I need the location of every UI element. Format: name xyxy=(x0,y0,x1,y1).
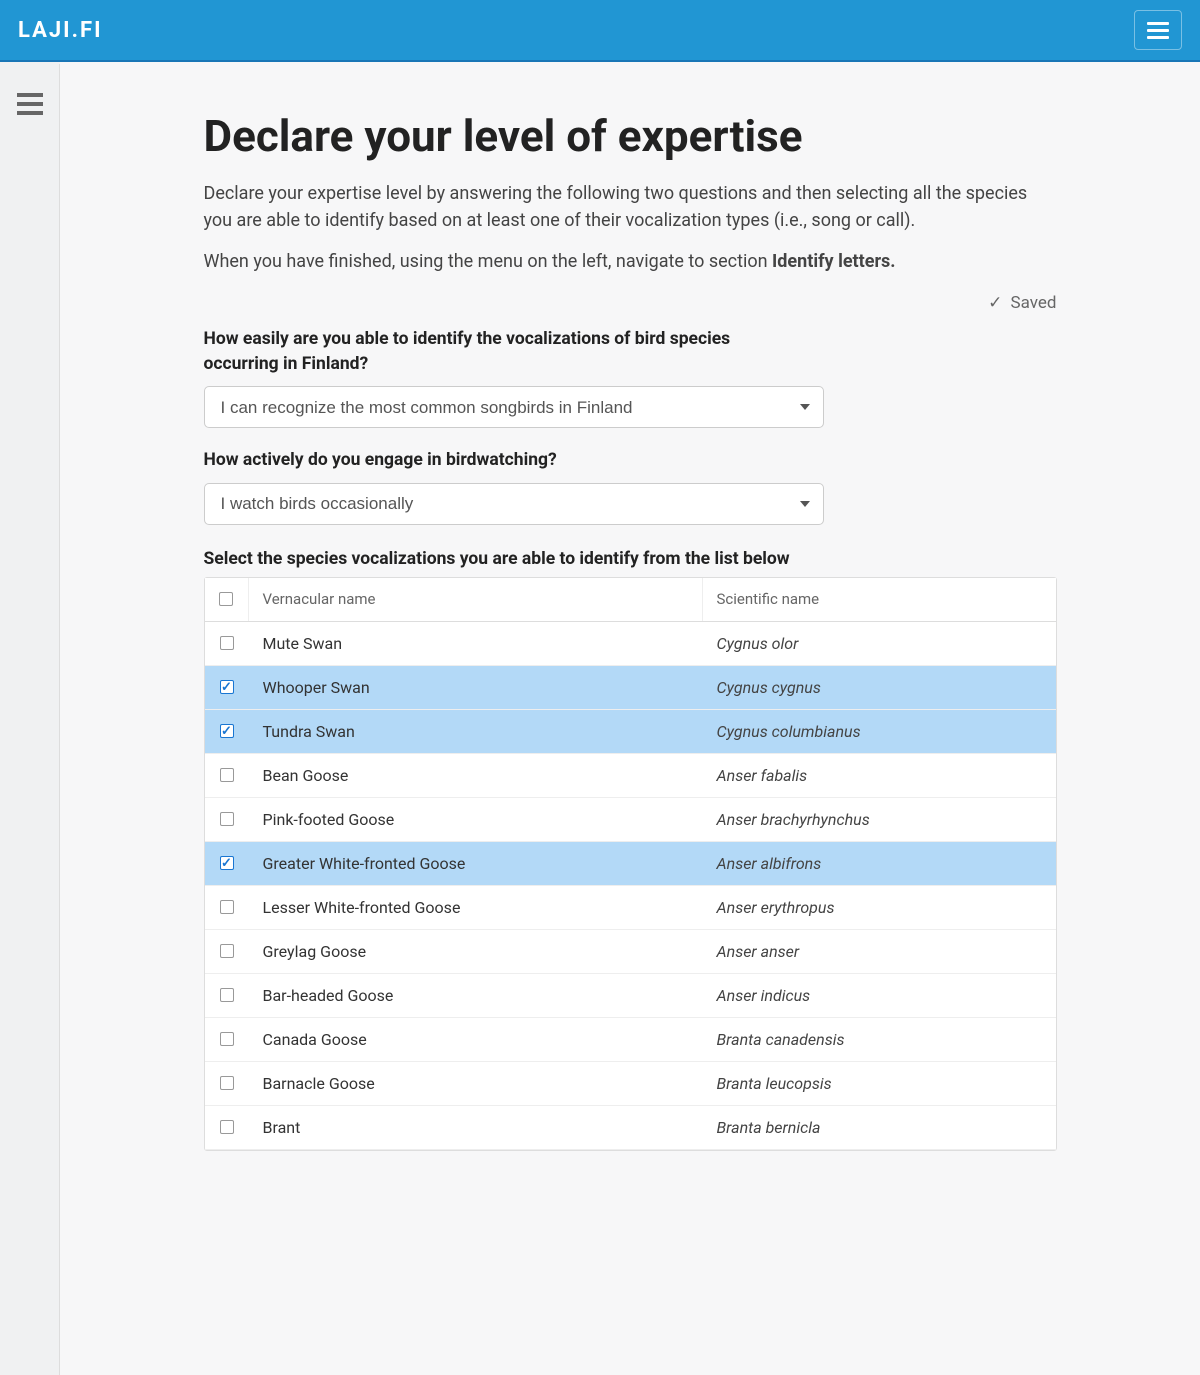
row-checkbox[interactable] xyxy=(220,1076,234,1090)
sidebar-menu-button[interactable] xyxy=(17,93,43,115)
vernacular-name: Brant xyxy=(249,1106,703,1149)
intro-bold-link-text: Identify letters. xyxy=(772,251,896,272)
vernacular-name: Greylag Goose xyxy=(249,930,703,973)
saved-label: Saved xyxy=(1011,293,1057,313)
table-row[interactable]: Lesser White-fronted GooseAnser erythrop… xyxy=(205,886,1056,930)
species-table: Vernacular name Scientific name Mute Swa… xyxy=(204,577,1057,1151)
table-row[interactable]: Barnacle GooseBranta leucopsis xyxy=(205,1062,1056,1106)
vernacular-name: Bar-headed Goose xyxy=(249,974,703,1017)
intro-paragraph-2: When you have finished, using the menu o… xyxy=(204,248,1057,275)
table-header-row: Vernacular name Scientific name xyxy=(205,578,1056,622)
row-checkbox[interactable] xyxy=(220,944,234,958)
question-2-label: How actively do you engage in birdwatchi… xyxy=(204,448,744,473)
row-checkbox[interactable] xyxy=(220,680,234,694)
table-body[interactable]: Mute SwanCygnus olorWhooper SwanCygnus c… xyxy=(205,622,1056,1150)
table-row[interactable]: Whooper SwanCygnus cygnus xyxy=(205,666,1056,710)
vernacular-name: Barnacle Goose xyxy=(249,1062,703,1105)
scientific-name: Branta leucopsis xyxy=(703,1062,1056,1105)
vernacular-name: Tundra Swan xyxy=(249,710,703,753)
site-logo[interactable]: LAJI.FI xyxy=(18,18,103,43)
app-header: LAJI.FI xyxy=(0,0,1200,62)
table-row[interactable]: Bar-headed GooseAnser indicus xyxy=(205,974,1056,1018)
vernacular-name: Whooper Swan xyxy=(249,666,703,709)
main-content: Declare your level of expertise Declare … xyxy=(148,110,1113,1151)
vernacular-name: Greater White-fronted Goose xyxy=(249,842,703,885)
scientific-name: Anser brachyrhynchus xyxy=(703,798,1056,841)
row-checkbox[interactable] xyxy=(220,900,234,914)
scientific-name: Anser anser xyxy=(703,930,1056,973)
row-checkbox[interactable] xyxy=(220,812,234,826)
question-1-label: How easily are you able to identify the … xyxy=(204,327,744,376)
vernacular-name: Canada Goose xyxy=(249,1018,703,1061)
saved-status: ✓ Saved xyxy=(204,293,1057,313)
scientific-name: Cygnus cygnus xyxy=(703,666,1056,709)
table-row[interactable]: Mute SwanCygnus olor xyxy=(205,622,1056,666)
question-1-select[interactable]: I can recognize the most common songbird… xyxy=(204,386,824,428)
scientific-name: Cygnus columbianus xyxy=(703,710,1056,753)
table-row[interactable]: Greater White-fronted GooseAnser albifro… xyxy=(205,842,1056,886)
question-2-select[interactable]: I watch birds occasionally xyxy=(204,483,824,525)
row-checkbox[interactable] xyxy=(220,1032,234,1046)
table-row[interactable]: Tundra SwanCygnus columbianus xyxy=(205,710,1056,754)
row-checkbox[interactable] xyxy=(220,1120,234,1134)
column-header-scientific[interactable]: Scientific name xyxy=(703,578,1056,621)
table-row[interactable]: Greylag GooseAnser anser xyxy=(205,930,1056,974)
intro-text: When you have finished, using the menu o… xyxy=(204,251,773,272)
scientific-name: Cygnus olor xyxy=(703,622,1056,665)
scientific-name: Anser fabalis xyxy=(703,754,1056,797)
vernacular-name: Lesser White-fronted Goose xyxy=(249,886,703,929)
row-checkbox[interactable] xyxy=(220,768,234,782)
scientific-name: Anser albifrons xyxy=(703,842,1056,885)
table-row[interactable]: BrantBranta bernicla xyxy=(205,1106,1056,1150)
page-title: Declare your level of expertise xyxy=(204,110,1057,162)
scientific-name: Anser erythropus xyxy=(703,886,1056,929)
left-rail xyxy=(0,64,60,1375)
select-all-checkbox[interactable] xyxy=(219,592,233,606)
scientific-name: Anser indicus xyxy=(703,974,1056,1017)
row-checkbox[interactable] xyxy=(220,724,234,738)
vernacular-name: Pink-footed Goose xyxy=(249,798,703,841)
row-checkbox[interactable] xyxy=(220,856,234,870)
scientific-name: Branta canadensis xyxy=(703,1018,1056,1061)
row-checkbox[interactable] xyxy=(220,636,234,650)
table-row[interactable]: Canada GooseBranta canadensis xyxy=(205,1018,1056,1062)
intro-paragraph-1: Declare your expertise level by answerin… xyxy=(204,180,1057,234)
vernacular-name: Mute Swan xyxy=(249,622,703,665)
column-header-vernacular[interactable]: Vernacular name xyxy=(249,578,703,621)
table-row[interactable]: Bean GooseAnser fabalis xyxy=(205,754,1056,798)
nav-toggle-button[interactable] xyxy=(1134,10,1182,50)
check-icon: ✓ xyxy=(988,293,1002,313)
table-row[interactable]: Pink-footed GooseAnser brachyrhynchus xyxy=(205,798,1056,842)
vernacular-name: Bean Goose xyxy=(249,754,703,797)
species-table-label: Select the species vocalizations you are… xyxy=(204,549,1057,569)
row-checkbox[interactable] xyxy=(220,988,234,1002)
scientific-name: Branta bernicla xyxy=(703,1106,1056,1149)
